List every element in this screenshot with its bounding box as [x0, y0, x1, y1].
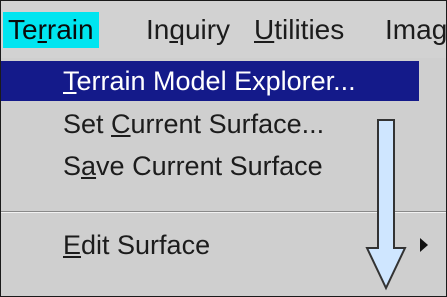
down-arrow-shape: [365, 119, 407, 291]
down-arrow-annotation-icon: [365, 119, 407, 291]
